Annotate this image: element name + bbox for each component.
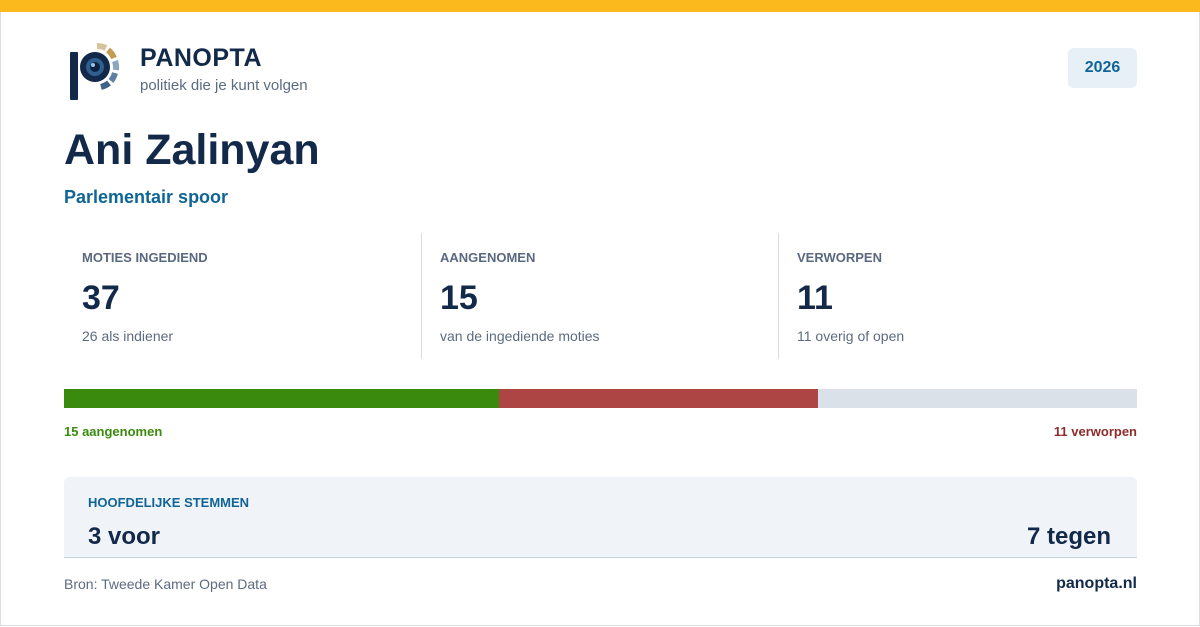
- stat-label: VERWORPEN: [797, 250, 882, 265]
- stat-note: 26 als indiener: [82, 328, 174, 344]
- top-accent-bar: [0, 0, 1200, 12]
- stat-label: MOTIES INGEDIEND: [82, 250, 208, 265]
- stat-value: 11: [797, 279, 833, 317]
- stat-aangenomen: AANGENOMEN 15 van de ingediende moties: [421, 233, 779, 359]
- bar-segment-aangenomen: [64, 389, 499, 408]
- votes-title: HOOFDELIJKE STEMMEN: [88, 495, 250, 510]
- bar-segment-verworpen: [499, 389, 818, 408]
- source-note: Bron: Tweede Kamer Open Data: [64, 576, 267, 592]
- year-badge: 2026: [1068, 48, 1137, 88]
- brand-tagline: politiek die je kunt volgen: [140, 77, 308, 94]
- track-subtitle: Parlementair spoor: [64, 187, 229, 207]
- stat-value: 15: [440, 279, 478, 317]
- stat-label: AANGENOMEN: [440, 250, 536, 265]
- votes-against: 7 tegen: [1026, 523, 1111, 550]
- panopta-eye-logo-icon: [68, 42, 122, 102]
- votes-for: 3 voor: [88, 523, 161, 550]
- person-name: Ani Zalinyan: [64, 126, 320, 174]
- stat-verworpen: VERWORPEN 11 11 overig of open: [778, 233, 1138, 359]
- brand-name: PANOPTA: [140, 44, 263, 72]
- site-link[interactable]: panopta.nl: [1056, 575, 1137, 593]
- stat-note: van de ingediende moties: [440, 328, 600, 344]
- stat-moties-ingediend: MOTIES INGEDIEND 37 26 als indiener: [64, 233, 421, 359]
- stat-value: 37: [82, 279, 120, 317]
- legend-aangenomen: 15 aangenomen: [64, 424, 163, 439]
- roll-call-votes-panel: HOOFDELIJKE STEMMEN 3 voor 7 tegen: [64, 477, 1137, 558]
- legend-verworpen: 11 verworpen: [1053, 424, 1137, 439]
- stat-note: 11 overig of open: [797, 328, 905, 344]
- motion-outcome-bar: [64, 389, 1137, 408]
